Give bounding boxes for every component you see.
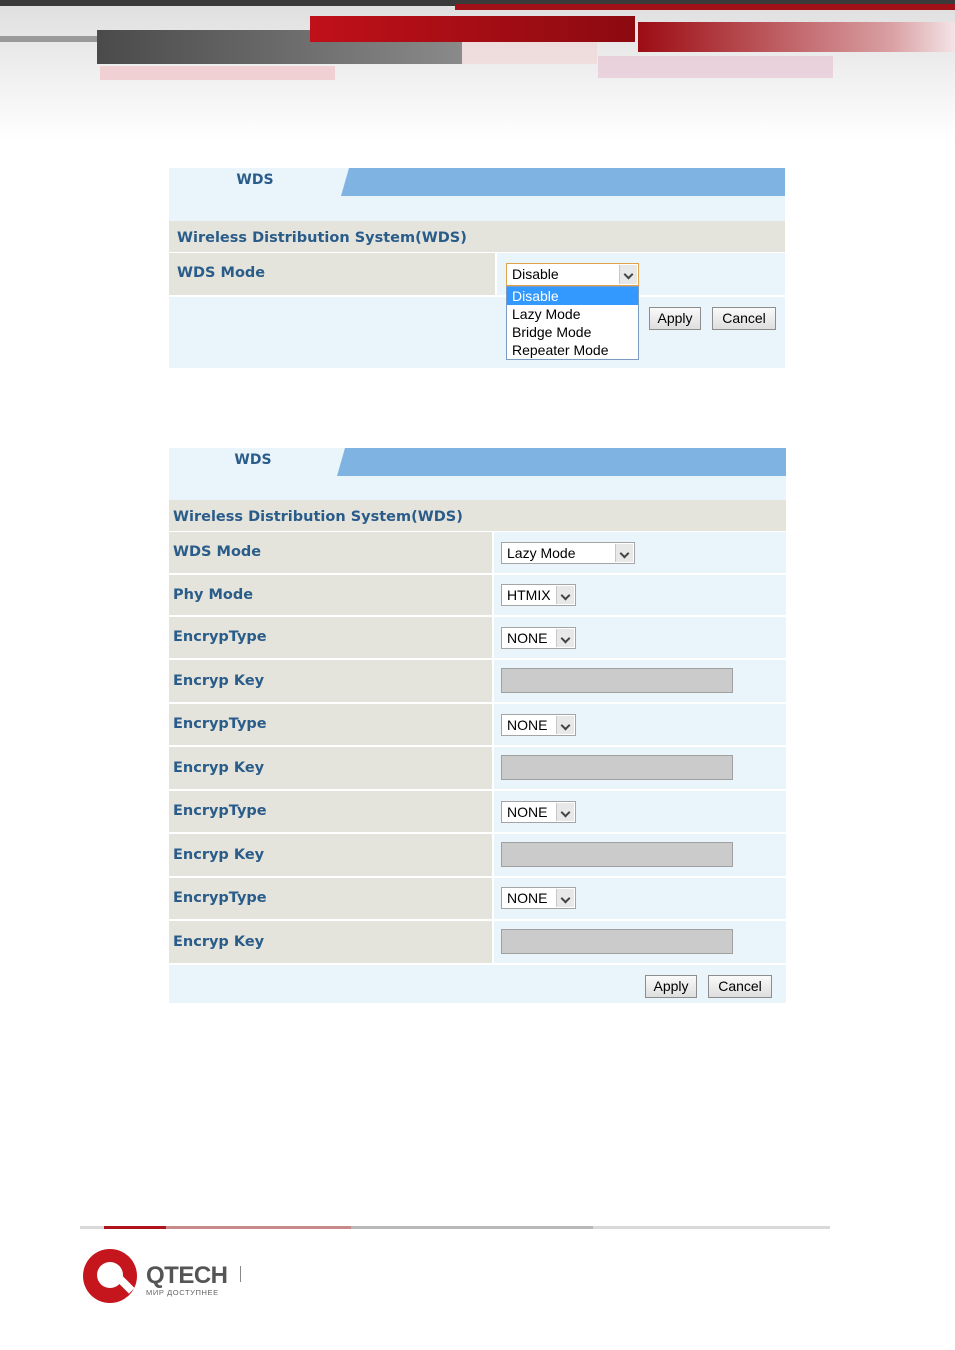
wds-mode-label: WDS Mode (169, 532, 494, 575)
footer-divider (80, 1226, 830, 1229)
dropdown-option-repeater-mode[interactable]: Repeater Mode (507, 341, 638, 359)
chevron-down-icon (619, 265, 637, 284)
encryp-type-select[interactable]: NONE (501, 627, 576, 649)
encryp-type-select[interactable]: NONE (501, 887, 576, 909)
section-title: Wireless Distribution System(WDS) (169, 221, 785, 253)
brand-name: QTECH (146, 1262, 228, 1289)
logo-separator (240, 1266, 241, 1282)
wds-panel-settings: WDS Wireless Distribution System(WDS) WD… (169, 448, 786, 1003)
wds-mode-select[interactable]: Disable (506, 263, 639, 286)
wds-mode-select[interactable]: Lazy Mode (501, 542, 635, 564)
tab-wds[interactable]: WDS (169, 448, 337, 476)
chevron-down-icon (556, 629, 574, 647)
dropdown-option-bridge-mode[interactable]: Bridge Mode (507, 323, 638, 341)
encryp-type-select[interactable]: NONE (501, 801, 576, 823)
phy-mode-value: HTMIX (507, 587, 551, 603)
tab-wds[interactable]: WDS (169, 168, 341, 196)
cancel-button[interactable]: Cancel (708, 975, 772, 998)
wds-mode-label: WDS Mode (169, 253, 497, 297)
header-banner (0, 0, 955, 140)
wds-mode-value: Lazy Mode (507, 545, 576, 561)
chevron-down-icon (615, 544, 633, 562)
encryp-key-input[interactable] (501, 755, 733, 780)
encryp-type-value: NONE (507, 890, 548, 906)
encryp-key-input[interactable] (501, 842, 733, 867)
chevron-down-icon (556, 889, 574, 907)
cancel-button[interactable]: Cancel (712, 307, 776, 330)
encryp-type-value: NONE (507, 717, 548, 733)
apply-button[interactable]: Apply (649, 307, 701, 330)
encryp-key-input[interactable] (501, 668, 733, 693)
encryp-type-select[interactable]: NONE (501, 714, 576, 736)
chevron-down-icon (556, 716, 574, 734)
encryp-key-label: Encryp Key (169, 834, 494, 878)
encryp-type-value: NONE (507, 804, 548, 820)
section-title: Wireless Distribution System(WDS) (169, 500, 786, 532)
chevron-down-icon (556, 803, 574, 821)
encryp-type-label: EncrypType (169, 878, 494, 921)
chevron-down-icon (556, 586, 574, 604)
encryp-type-label: EncrypType (169, 791, 494, 834)
apply-button[interactable]: Apply (645, 975, 697, 998)
dropdown-option-lazy-mode[interactable]: Lazy Mode (507, 305, 638, 323)
encryp-key-input[interactable] (501, 929, 733, 954)
encryp-type-label: EncrypType (169, 617, 494, 660)
phy-mode-select[interactable]: HTMIX (501, 584, 576, 606)
dropdown-option-disable[interactable]: Disable (507, 287, 638, 305)
qtech-logo-icon (83, 1249, 137, 1303)
wds-panel-dropdown: WDS Wireless Distribution System(WDS) WD… (169, 168, 785, 368)
encryp-key-label: Encryp Key (169, 660, 494, 704)
brand-tagline: МИР ДОСТУПНЕЕ (146, 1288, 219, 1297)
encryp-type-label: EncrypType (169, 704, 494, 747)
encryp-key-label: Encryp Key (169, 921, 494, 965)
encryp-key-label: Encryp Key (169, 747, 494, 791)
wds-mode-dropdown-list: Disable Lazy Mode Bridge Mode Repeater M… (506, 286, 639, 360)
encryp-type-value: NONE (507, 630, 548, 646)
phy-mode-label: Phy Mode (169, 575, 494, 617)
wds-mode-value: Disable (512, 266, 559, 282)
